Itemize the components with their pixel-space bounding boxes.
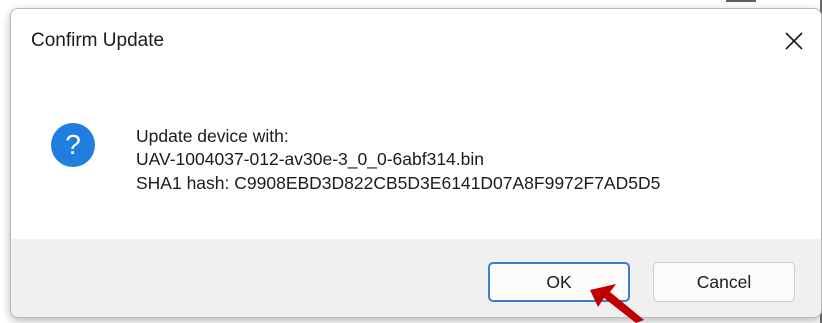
confirm-update-dialog: Confirm Update ? Update device with: UAV… xyxy=(10,8,822,318)
background-window-edge-top xyxy=(726,0,756,2)
close-icon xyxy=(785,32,803,50)
dialog-content: ? Update device with: UAV-1004037-012-av… xyxy=(11,75,821,239)
dialog-footer: OK Cancel xyxy=(11,239,821,317)
message-filename: UAV-1004037-012-av30e-3_0_0-6abf314.bin xyxy=(136,149,485,169)
close-button[interactable] xyxy=(771,21,817,61)
question-icon-glyph: ? xyxy=(65,129,81,160)
message-line-1: Update device with: xyxy=(136,126,289,146)
dialog-titlebar: Confirm Update xyxy=(11,9,821,75)
annotation-arrow-icon xyxy=(590,284,644,323)
question-icon: ? xyxy=(51,123,95,167)
cancel-button[interactable]: Cancel xyxy=(653,262,795,302)
dialog-title: Confirm Update xyxy=(31,30,165,51)
message-sha1-hash: SHA1 hash: C9908EBD3D822CB5D3E6141D07A8F… xyxy=(136,173,661,193)
